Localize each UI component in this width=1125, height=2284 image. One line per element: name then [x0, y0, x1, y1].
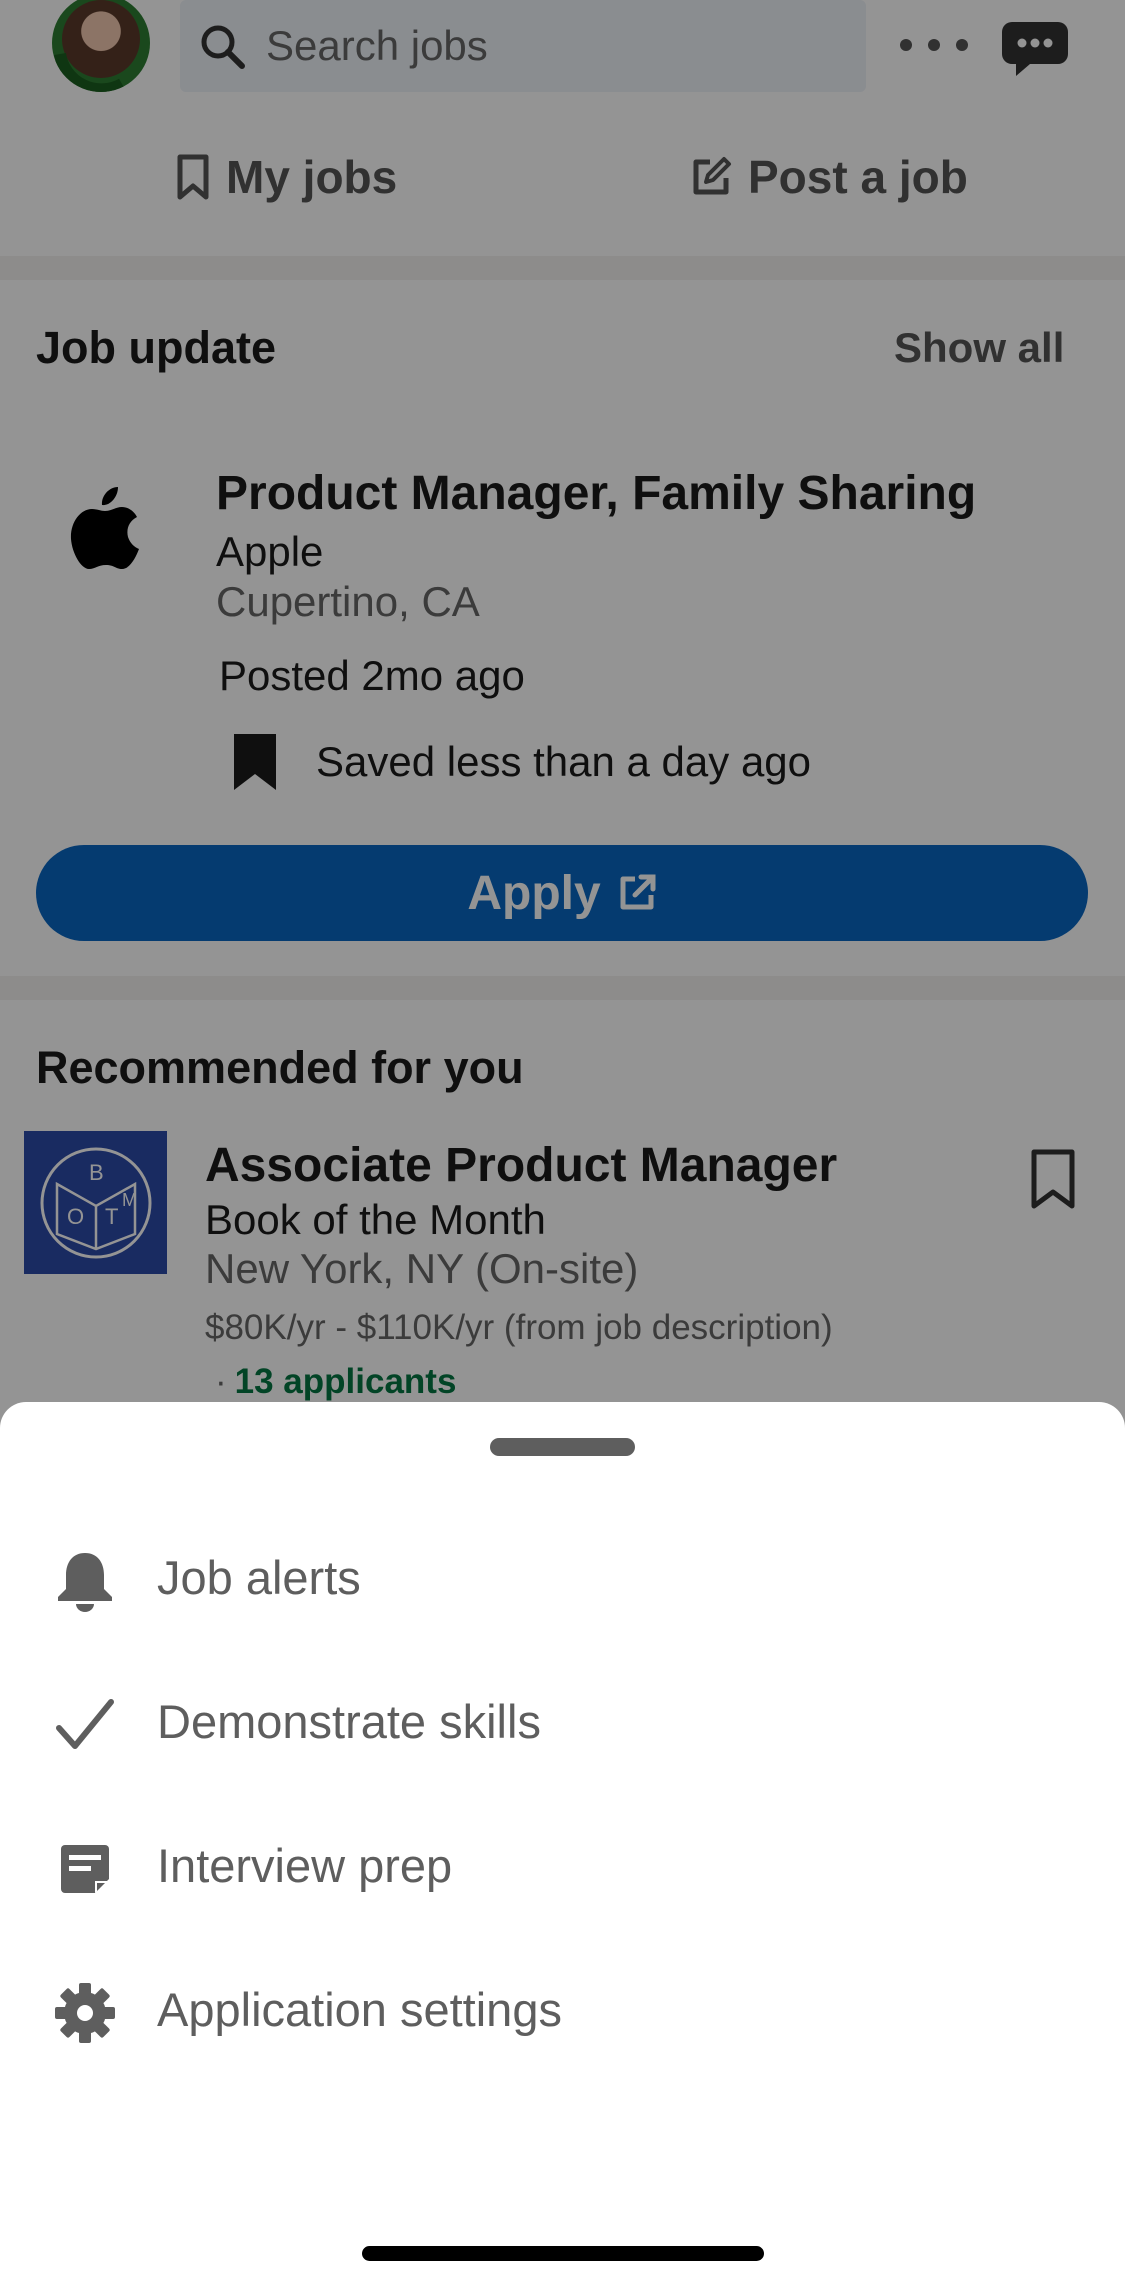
menu-item-demonstrate-skills[interactable]: Demonstrate skills [0, 1666, 1125, 1776]
sheet-drag-handle[interactable] [490, 1438, 635, 1456]
menu-item-job-alerts[interactable]: Job alerts [0, 1522, 1125, 1632]
bell-icon [52, 1548, 118, 1614]
menu-item-interview-prep[interactable]: Interview prep [0, 1810, 1125, 1920]
menu-label: Job alerts [157, 1551, 361, 1604]
note-icon [52, 1836, 118, 1902]
gear-icon [52, 1980, 118, 2046]
menu-label: Application settings [157, 1983, 562, 2036]
checkmark-icon [52, 1692, 118, 1758]
menu-label: Demonstrate skills [157, 1695, 541, 1748]
home-indicator[interactable] [362, 2246, 764, 2261]
menu-item-application-settings[interactable]: Application settings [0, 1954, 1125, 2064]
bottom-sheet: Job alerts Demonstrate skills Interview … [0, 1402, 1125, 2284]
menu-label: Interview prep [157, 1839, 453, 1892]
